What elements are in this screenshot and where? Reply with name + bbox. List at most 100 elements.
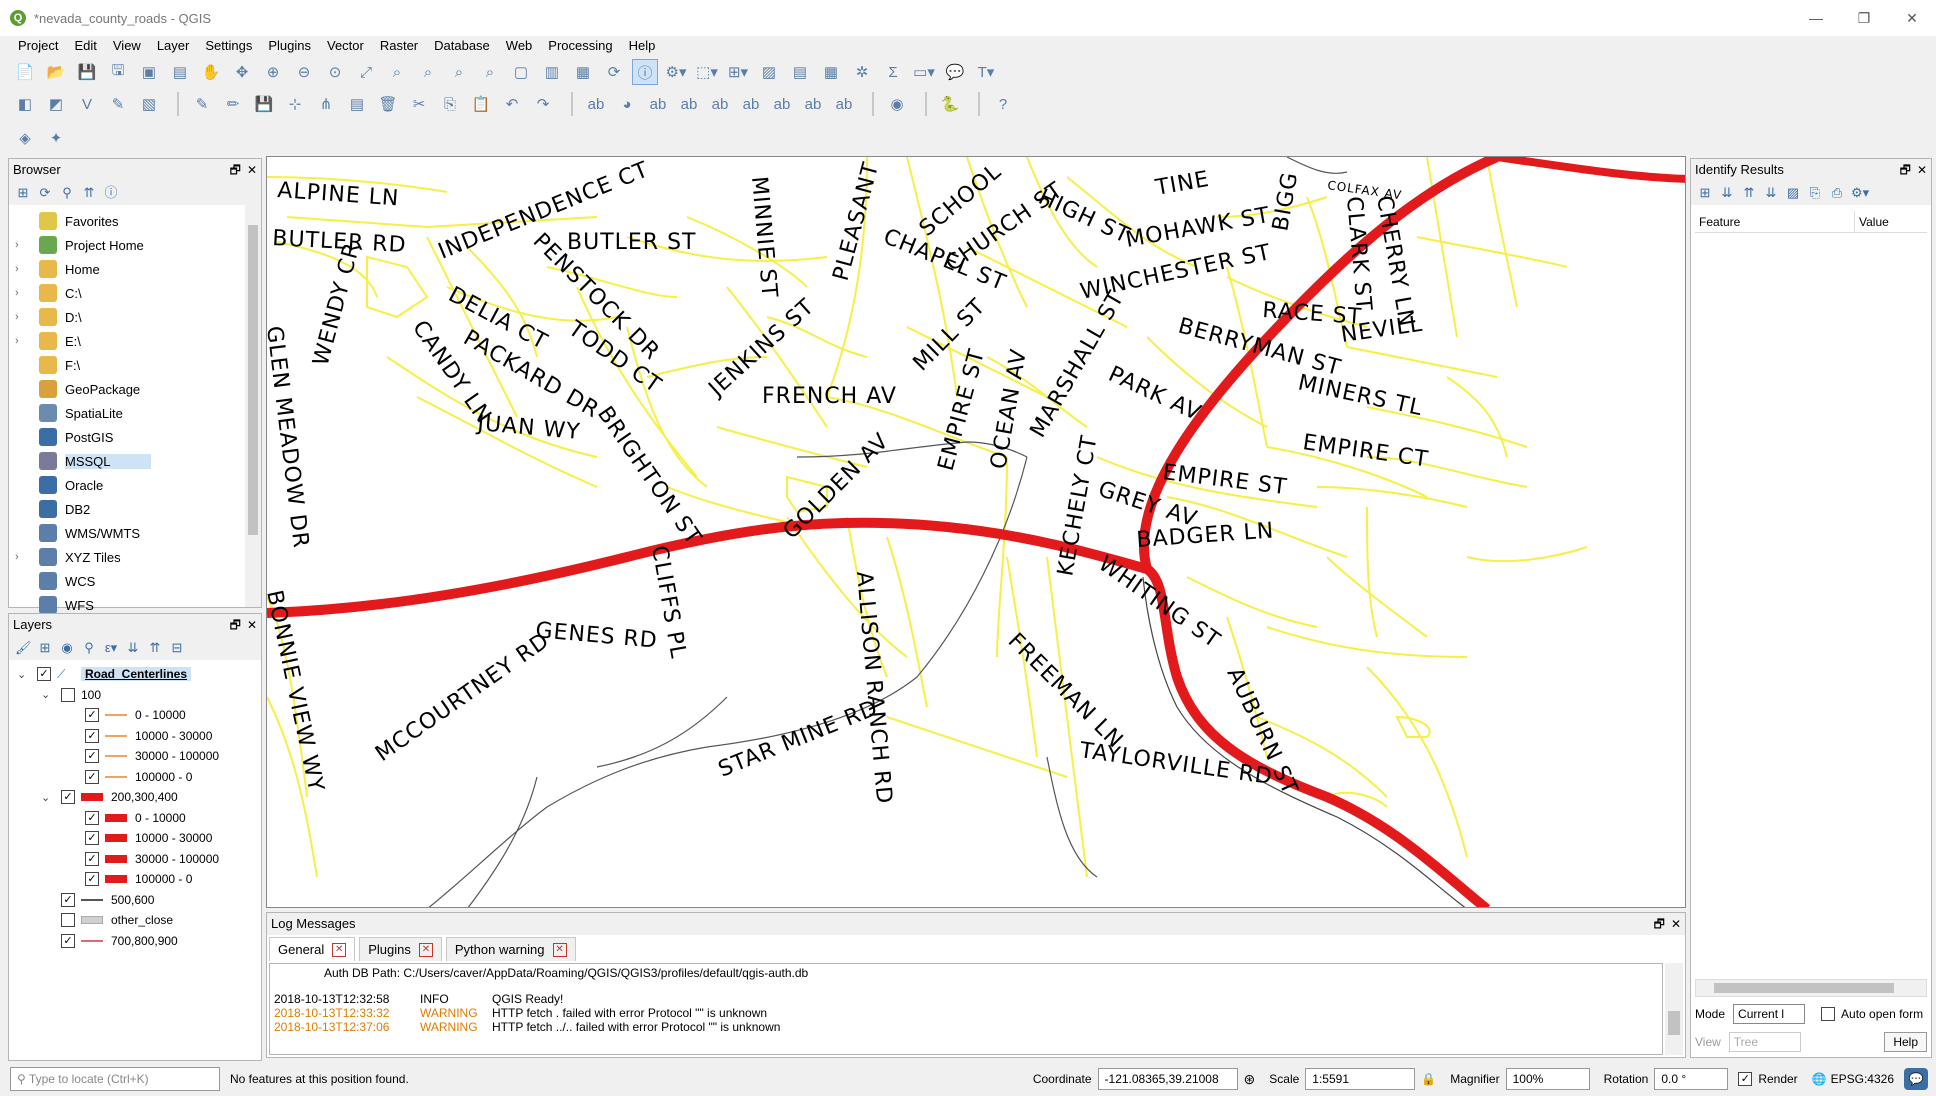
toggle-extents-icon[interactable]: ⊛ [1244,1071,1256,1088]
pan-to-selection-icon[interactable]: ✥ [229,59,255,85]
browser-item[interactable]: WCS [9,569,245,593]
layer-checkbox[interactable]: ✓ [85,749,99,763]
locator-search-input[interactable]: ⚲ Type to locate (Ctrl+K) [10,1067,220,1091]
float-icon[interactable]: 🗗 [230,163,241,177]
current-edits-icon[interactable]: ✎ [189,91,215,117]
menu-view[interactable]: View [105,36,149,56]
paste-icon[interactable]: 📋 [468,91,494,117]
zoom-out-icon[interactable]: ⊖ [291,59,317,85]
pin-labels-icon[interactable]: ab [645,91,671,117]
browser-item[interactable]: SpatiaLite [9,401,245,425]
menu-layer[interactable]: Layer [149,36,198,56]
render-checkbox[interactable]: ✓ [1738,1072,1753,1086]
browser-scrollbar[interactable] [245,205,261,607]
expand-arrow-icon[interactable]: ⌄ [17,668,31,681]
select-by-value-icon[interactable]: ⊞▾ [725,59,751,85]
layer-row[interactable]: ✓ 100000 - 0 [65,869,192,889]
refresh-icon[interactable]: ⟳ [37,185,53,201]
log-scrollbar[interactable] [1665,963,1683,1055]
close-tab-icon[interactable]: ✕ [552,942,567,957]
refresh-icon[interactable]: ⟳ [601,59,627,85]
scrollbar-thumb[interactable] [1714,983,1894,993]
zoom-next-icon[interactable]: ⌕ [477,59,503,85]
map-themes-icon[interactable]: ◉ [59,640,75,656]
layer-checkbox[interactable]: ✓ [61,790,75,804]
layer-checkbox[interactable] [61,687,75,702]
show-hide-labels-icon[interactable]: ab [738,91,764,117]
float-icon[interactable]: 🗗 [1900,163,1911,177]
deselect-icon[interactable]: ▨ [756,59,782,85]
delete-icon[interactable]: 🗑 [375,91,401,117]
layer-row[interactable]: ✓ 0 - 10000 [65,808,186,828]
layer-row[interactable]: ⌄ 100 [41,685,101,705]
menu-raster[interactable]: Raster [372,36,426,56]
expand-arrow-icon[interactable]: ⌄ [41,791,55,804]
crs-button[interactable]: EPSG:4326 [1831,1072,1894,1086]
close-tab-icon[interactable]: ✕ [418,942,433,957]
layer-row[interactable]: ✓ 0 - 10000 [65,705,186,725]
add-vector-icon[interactable]: V [74,91,100,117]
scrollbar-thumb[interactable] [1668,1011,1680,1035]
label-icon[interactable]: ab [583,91,609,117]
toolbox-icon[interactable]: ✲ [849,59,875,85]
rotation-spinbox[interactable]: 0.0 ° [1654,1068,1729,1090]
digitize-icon[interactable]: ✎ [105,91,131,117]
scale-combobox[interactable]: 1:5591 [1305,1068,1416,1090]
data-source-manager-icon[interactable]: ◧ [12,91,38,117]
browser-item[interactable]: Favorites [9,209,245,233]
layer-row[interactable]: other_close [41,910,173,930]
expand-arrow-icon[interactable]: › [15,263,29,275]
close-panel-icon[interactable]: ✕ [1671,917,1681,931]
mode-select[interactable]: Current l [1733,1004,1806,1024]
close-panel-icon[interactable]: ✕ [1917,163,1927,177]
layer-row[interactable]: ⌄ ✓ ⟋ Road_Centerlines [17,664,192,684]
tab-python-warning[interactable]: Python warning ✕ [445,937,576,961]
expand-arrow-icon[interactable]: › [15,335,29,347]
copy-feature-icon[interactable]: ⎘ [1807,185,1823,201]
layer-checkbox[interactable]: ✓ [61,933,75,948]
scrollbar-thumb[interactable] [248,225,258,535]
statistics-icon[interactable]: ▦ [818,59,844,85]
zoom-in-icon[interactable]: ⊕ [260,59,286,85]
layer-row[interactable]: ✓ 10000 - 30000 [65,828,212,848]
crs-globe-icon[interactable]: 🌐 [1812,1072,1827,1086]
layer-row[interactable]: ✓ 700,800,900 [41,931,178,951]
browser-item[interactable]: F:\ [9,353,245,377]
layer-checkbox[interactable]: ✓ [85,708,99,722]
close-tab-icon[interactable]: ✕ [332,942,347,957]
text-annotation-icon[interactable]: T▾ [973,59,999,85]
expand-arrow-icon[interactable]: ⌄ [41,688,55,701]
help-contents-icon[interactable]: ? [990,91,1016,117]
measure-icon[interactable]: ▭▾ [911,59,937,85]
vertex-tool-icon[interactable]: ⋔ [313,91,339,117]
layer-row[interactable]: ✓ 30000 - 100000 [65,746,219,766]
restore-icon[interactable]: ❐ [1840,0,1888,36]
identify-settings-icon[interactable]: ⚙▾ [1851,185,1869,201]
minimize-icon[interactable]: — [1792,0,1840,36]
layer-checkbox[interactable]: ✓ [85,769,99,784]
zoom-full-icon[interactable]: ⤢ [353,59,379,85]
menu-settings[interactable]: Settings [197,36,260,56]
attribute-table-icon[interactable]: ▤ [787,59,813,85]
info-icon[interactable]: ⓘ [103,185,119,201]
layer-checkbox[interactable]: ✓ [37,667,51,681]
add-selected-icon[interactable]: ⊞ [15,185,31,201]
add-feature-icon[interactable]: ⊹ [282,91,308,117]
style-icon[interactable]: 🖌 [15,640,32,656]
add-group-icon[interactable]: ⊞ [37,640,53,656]
identify-icon[interactable]: ⓘ [632,59,658,85]
layer-row[interactable]: ✓ 100000 - 0 [65,767,192,787]
highlight-pinned-icon[interactable]: ab [676,91,702,117]
map-canvas[interactable]: ALPINE LN BUTLER RD INDEPENDENCE CT BUTLER … [266,156,1686,908]
browser-item[interactable]: PostGIS [9,425,245,449]
expand-all-icon[interactable]: ⇊ [1763,185,1779,201]
save-project-icon[interactable]: 💾 [74,59,100,85]
lock-scale-icon[interactable]: 🔒 [1421,1072,1436,1086]
menu-edit[interactable]: Edit [66,36,104,56]
layer-row[interactable]: ⌄ ✓ 200,300,400 [41,787,178,807]
filter-icon[interactable]: ⚲ [59,185,75,201]
tab-plugins[interactable]: Plugins ✕ [359,937,442,961]
layer-checkbox[interactable]: ✓ [61,892,75,907]
new-geopackage-icon[interactable]: ◩ [43,91,69,117]
browser-item[interactable]: GeoPackage [9,377,245,401]
